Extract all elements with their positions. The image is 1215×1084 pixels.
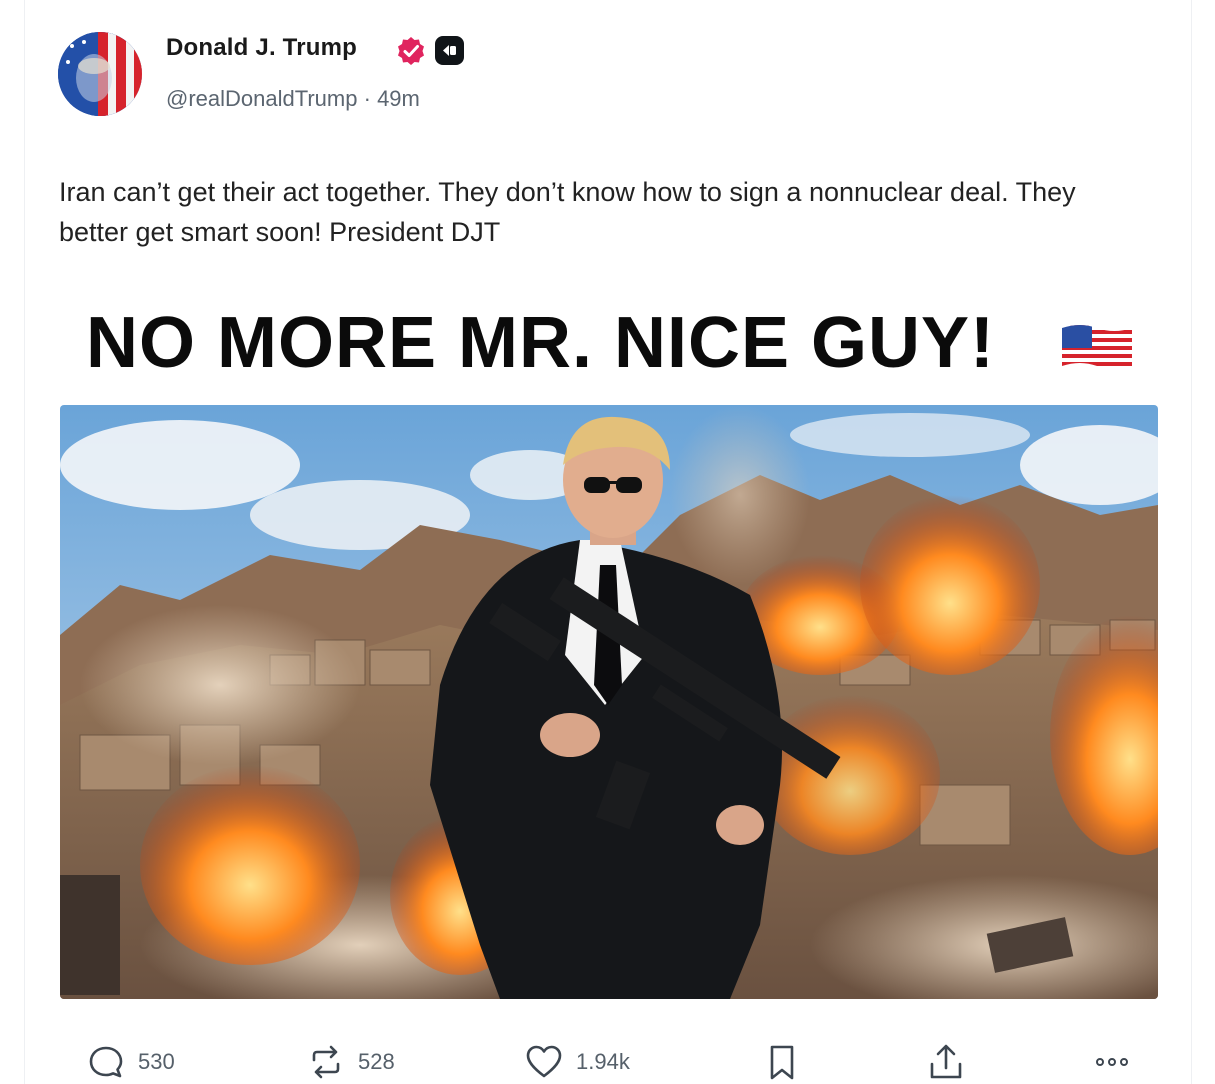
- post-time[interactable]: 49m: [377, 86, 420, 111]
- post-body: Iran can’t get their act together. They …: [59, 177, 1076, 247]
- reply-button[interactable]: 530: [86, 1040, 175, 1084]
- app-badge-icon: [435, 36, 464, 65]
- share-button[interactable]: [926, 1040, 966, 1084]
- verified-check-icon: [398, 37, 424, 65]
- post-image[interactable]: [60, 405, 1158, 999]
- separator: ·: [363, 86, 371, 111]
- more-button[interactable]: [1092, 1040, 1132, 1084]
- heart-icon: [526, 1045, 562, 1078]
- avatar[interactable]: [58, 32, 142, 116]
- repost-icon: [312, 1045, 340, 1079]
- like-button[interactable]: 1.94k: [524, 1040, 630, 1084]
- bookmark-button[interactable]: [762, 1040, 802, 1084]
- repost-button[interactable]: 528: [306, 1040, 395, 1084]
- share-icon: [930, 1044, 962, 1079]
- author-handle[interactable]: @realDonaldTrump: [166, 86, 357, 111]
- like-count: 1.94k: [576, 1049, 630, 1074]
- reply-icon: [89, 1046, 123, 1078]
- reply-count: 530: [138, 1049, 175, 1074]
- repost-count: 528: [358, 1049, 395, 1074]
- more-icon: [1096, 1058, 1128, 1066]
- handle-line: @realDonaldTrump · 49m: [166, 86, 420, 112]
- author-name[interactable]: Donald J. Trump: [166, 34, 357, 62]
- us-flag-icon: [1062, 325, 1132, 369]
- image-headline: NO MORE MR. NICE GUY!: [86, 303, 996, 383]
- bookmark-icon: [770, 1045, 794, 1080]
